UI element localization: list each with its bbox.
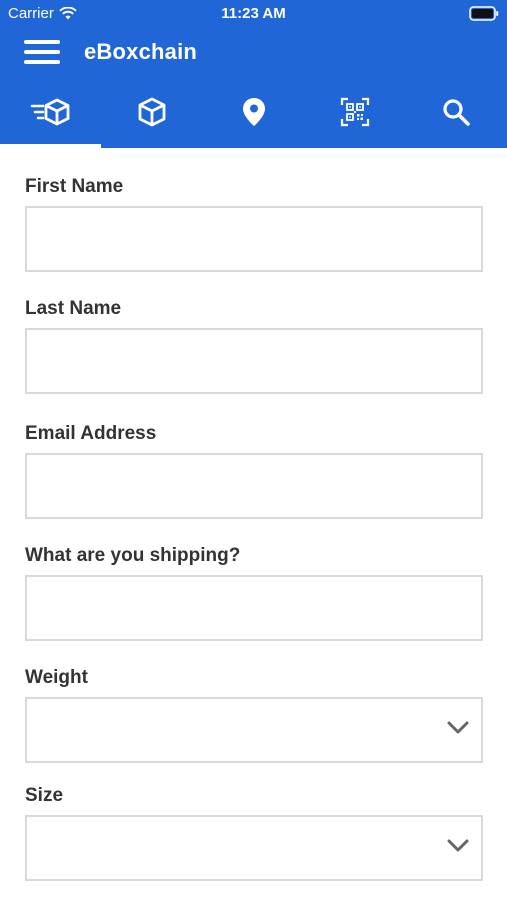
shipping-item-field[interactable] bbox=[25, 575, 483, 641]
box-icon bbox=[138, 97, 166, 127]
fast-box-icon bbox=[30, 98, 70, 126]
email-field[interactable] bbox=[25, 453, 483, 519]
first-name-field[interactable] bbox=[25, 206, 483, 272]
map-pin-icon bbox=[242, 98, 265, 126]
tab-location[interactable] bbox=[203, 76, 304, 148]
last-name-input[interactable] bbox=[27, 330, 481, 392]
battery-icon bbox=[469, 6, 499, 21]
email-input[interactable] bbox=[27, 455, 481, 517]
chevron-down-icon bbox=[447, 721, 469, 734]
status-bar: Carrier 11:23 AM bbox=[0, 0, 507, 28]
app-bar: eBoxchain bbox=[0, 28, 507, 76]
tab-scan[interactable] bbox=[304, 76, 405, 148]
chevron-down-icon bbox=[447, 839, 469, 852]
shipping-item-label: What are you shipping? bbox=[25, 545, 241, 566]
first-name-label: First Name bbox=[25, 176, 124, 197]
last-name-field[interactable] bbox=[25, 328, 483, 394]
last-name-label: Last Name bbox=[25, 298, 122, 319]
app-title: eBoxchain bbox=[84, 39, 198, 64]
tab-packages[interactable] bbox=[101, 76, 202, 148]
tab-bar bbox=[0, 76, 507, 148]
search-icon bbox=[443, 99, 471, 126]
email-label: Email Address bbox=[25, 423, 157, 444]
size-label: Size bbox=[25, 785, 64, 806]
first-name-input[interactable] bbox=[27, 208, 481, 270]
shipping-item-input[interactable] bbox=[27, 577, 481, 639]
weight-label: Weight bbox=[25, 667, 88, 688]
weight-select[interactable] bbox=[25, 697, 483, 763]
clock: 11:23 AM bbox=[221, 5, 286, 22]
hamburger-menu-icon[interactable] bbox=[24, 38, 62, 66]
qr-scan-icon bbox=[340, 97, 370, 127]
tab-shipping[interactable] bbox=[0, 76, 102, 148]
size-select[interactable] bbox=[25, 815, 483, 881]
tab-search[interactable] bbox=[406, 76, 507, 148]
